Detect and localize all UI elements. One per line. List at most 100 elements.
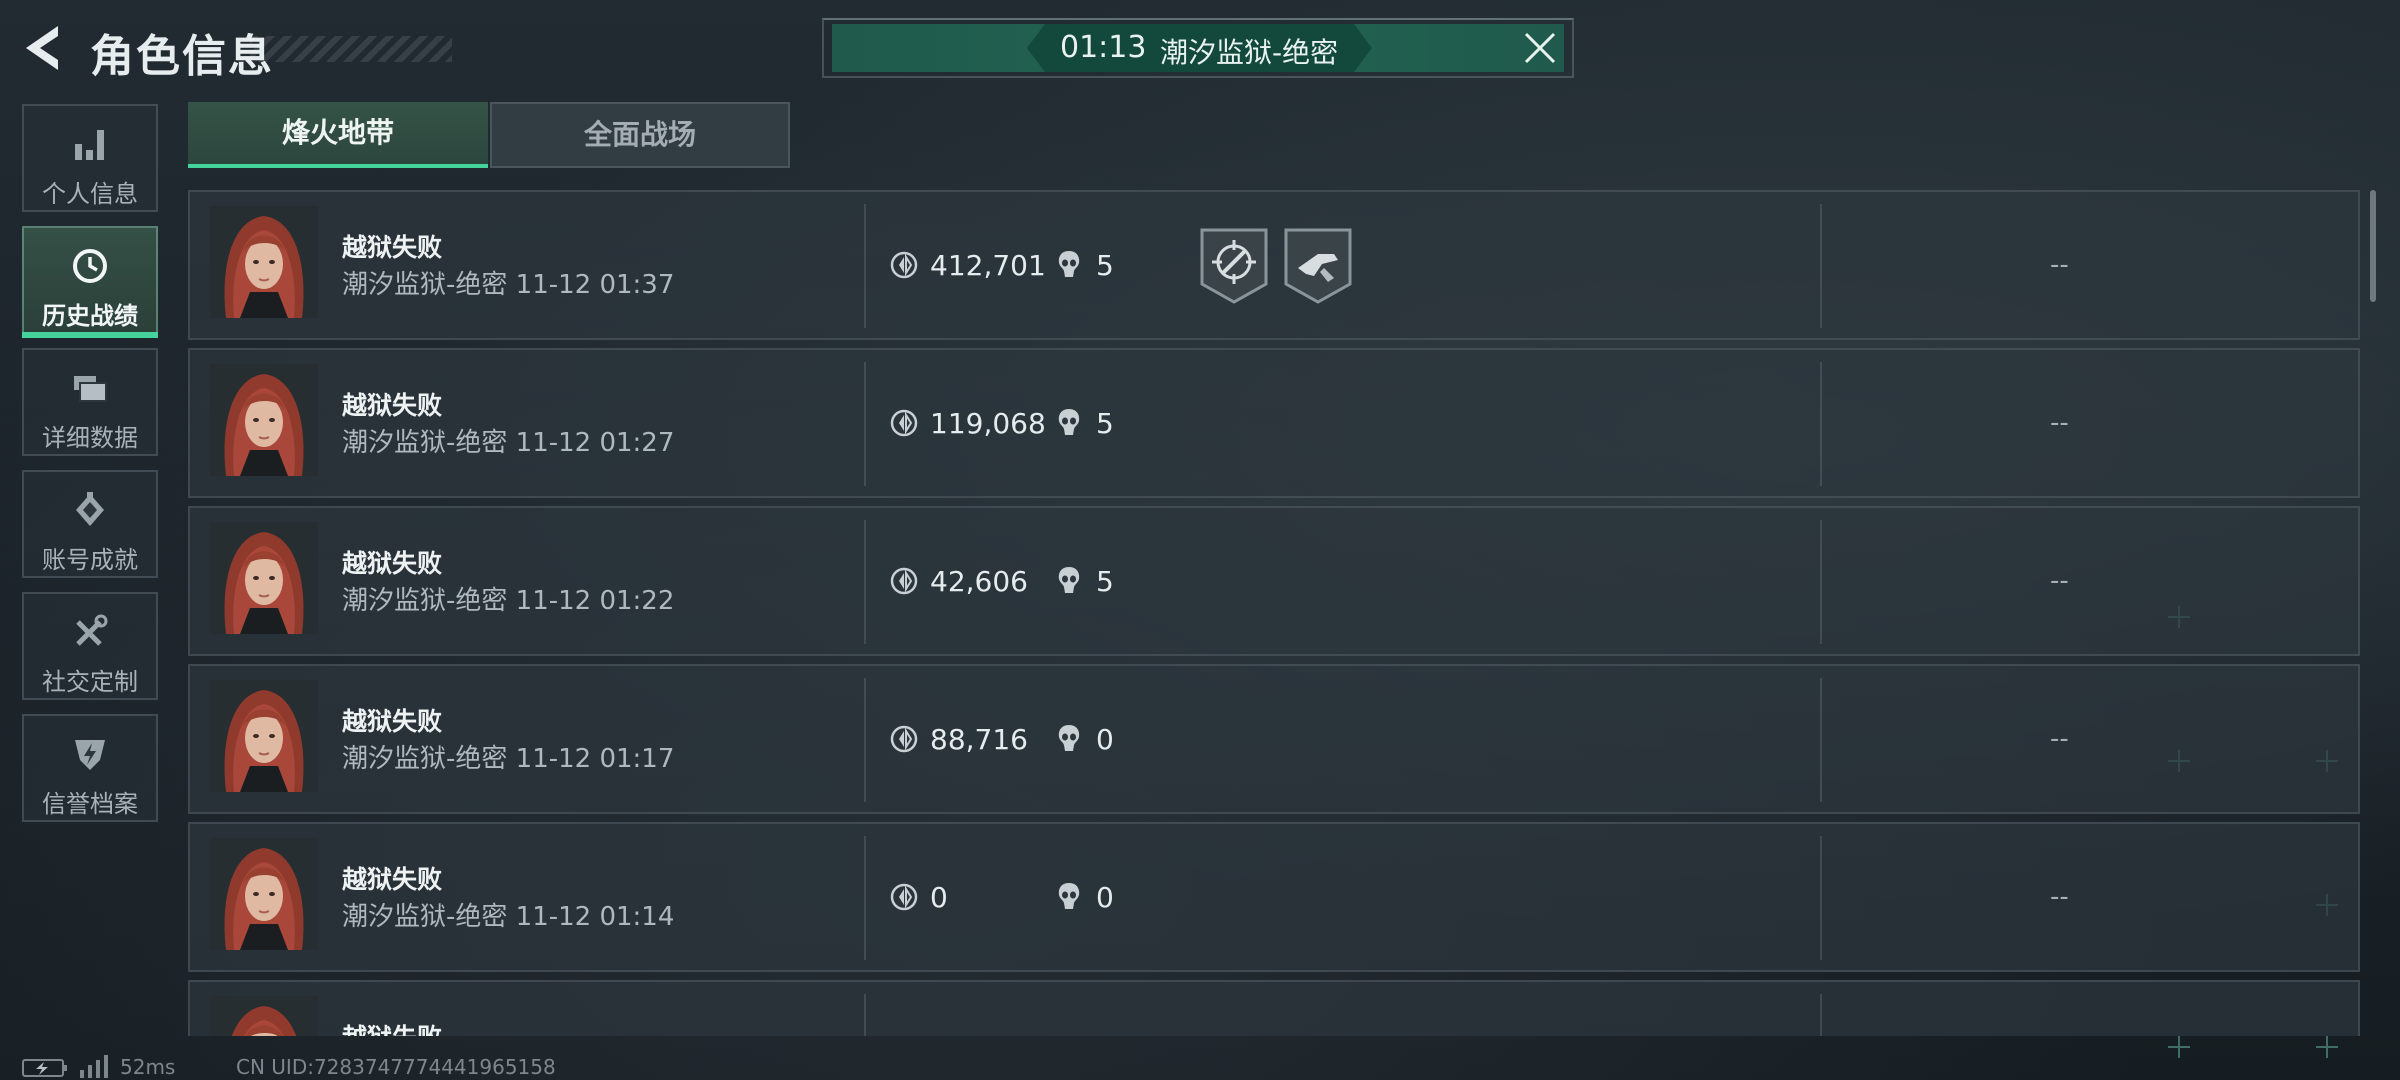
extra-info: --: [2050, 724, 2069, 754]
match-result: 越狱失败: [342, 707, 443, 736]
nav-item-personal-info[interactable]: 个人信息: [22, 104, 158, 212]
match-result: 越狱失败: [342, 865, 443, 894]
match-history-list[interactable]: 越狱失败 潮汐监狱-绝密 11-12 01:37 412,701 5 -- 越狱…: [188, 190, 2360, 1036]
match-result: 越狱失败: [342, 391, 443, 420]
operator-avatar: [210, 206, 318, 318]
battery-icon: [22, 1059, 67, 1077]
operator-avatar: [210, 680, 318, 792]
match-result: 越狱失败: [342, 549, 443, 578]
skull-kills-icon: [1058, 409, 1080, 435]
decor-cross: [2316, 1036, 2338, 1058]
skull-kills-icon: [1058, 251, 1080, 277]
extra-info: --: [2050, 250, 2069, 280]
tools-icon: [76, 614, 108, 646]
loot-value: 0: [930, 881, 948, 914]
nav-item-social-custom[interactable]: 社交定制: [22, 592, 158, 700]
divider: [1820, 678, 1822, 802]
match-map-time: 潮汐监狱-绝密 11-12 01:14: [342, 902, 675, 932]
nav-label: 信誉档案: [42, 790, 138, 818]
match-timer: 01:13: [1060, 30, 1147, 65]
divider: [1820, 362, 1822, 486]
match-record-row[interactable]: 越狱失败 潮汐监狱-绝密 11-12 01:14 0 0 --: [188, 822, 2360, 972]
skull-kills-icon: [1058, 567, 1080, 593]
operator-avatar: [210, 996, 318, 1036]
divider: [864, 204, 866, 328]
divider: [1820, 836, 1822, 960]
back-arrow-icon: [26, 26, 58, 70]
operator-avatar: [210, 522, 318, 634]
side-nav: 个人信息 历史战绩 详细数据 账号成就 社交定制 信誉档案: [22, 104, 160, 836]
close-banner-button[interactable]: [1522, 30, 1558, 66]
match-record-row[interactable]: 越狱失败 潮汐监狱-绝密 11-12 01:27 119,068 5 --: [188, 348, 2360, 498]
weapon-badge-icon[interactable]: [1284, 228, 1352, 304]
match-map-time: 潮汐监狱-绝密 11-12 01:22: [342, 586, 675, 616]
achievement-diamond-icon: [76, 492, 104, 526]
nav-label: 账号成就: [42, 546, 138, 574]
back-button[interactable]: [22, 22, 66, 74]
match-record-row[interactable]: 越狱失败 潮汐监狱-绝密 11-12 01:37 412,701 5 --: [188, 190, 2360, 340]
kill-count: 0: [1096, 881, 1114, 914]
tab-full-battlefield[interactable]: 全面战场: [490, 102, 790, 168]
kill-count: 0: [1096, 723, 1114, 756]
match-map-time: 潮汐监狱-绝密 11-12 01:27: [342, 428, 675, 458]
match-result: 越狱失败: [342, 233, 443, 262]
match-record-row[interactable]: 越狱失败: [188, 980, 2360, 1036]
divider: [1820, 994, 1822, 1036]
match-map-time: 潮汐监狱-绝密 11-12 01:17: [342, 744, 675, 774]
loot-value: 88,716: [930, 723, 1028, 756]
operator-avatar: [210, 364, 318, 476]
currency-icon: [890, 725, 918, 753]
title-decoration: [250, 36, 452, 62]
user-uid: CN UID:7283747774441965158: [236, 1055, 556, 1079]
divider: [864, 362, 866, 486]
page-title: 角色信息: [90, 31, 274, 82]
signal-icon: [80, 1055, 108, 1078]
tab-firezone[interactable]: 烽火地带: [188, 102, 488, 168]
currency-icon: [890, 883, 918, 911]
crosshair-badge-icon[interactable]: [1200, 228, 1268, 304]
match-record-row[interactable]: 越狱失败 潮汐监狱-绝密 11-12 01:22 42,606 5 --: [188, 506, 2360, 656]
skull-kills-icon: [1058, 883, 1080, 909]
loot-value: 42,606: [930, 565, 1028, 598]
history-clock-icon: [73, 249, 107, 283]
match-record-row[interactable]: 越狱失败 潮汐监狱-绝密 11-12 01:17 88,716 0 --: [188, 664, 2360, 814]
close-icon: [1524, 32, 1556, 64]
currency-icon: [890, 567, 918, 595]
divider: [1820, 204, 1822, 328]
nav-item-detailed-data[interactable]: 详细数据: [22, 348, 158, 456]
nav-label: 历史战绩: [42, 302, 138, 330]
match-banner[interactable]: 01:13 潮汐监狱-绝密: [822, 18, 1574, 78]
divider: [864, 520, 866, 644]
match-map-time: 潮汐监狱-绝密 11-12 01:37: [342, 270, 675, 300]
shield-bolt-icon: [75, 740, 105, 770]
divider: [864, 678, 866, 802]
list-scrollbar[interactable]: [2370, 190, 2376, 302]
divider: [864, 994, 866, 1036]
extra-info: --: [2050, 408, 2069, 438]
mode-tabs: 烽火地带 全面战场: [188, 102, 790, 168]
operator-avatar: [210, 838, 318, 950]
match-map-name: 潮汐监狱-绝密: [1160, 36, 1339, 69]
kill-count: 5: [1096, 249, 1114, 282]
skull-kills-icon: [1058, 725, 1080, 751]
stacked-cards-icon: [74, 376, 107, 402]
extra-info: --: [2050, 882, 2069, 912]
network-ping: 52ms: [120, 1055, 176, 1079]
nav-label: 个人信息: [42, 180, 138, 208]
extra-info: --: [2050, 566, 2069, 596]
currency-icon: [890, 409, 918, 437]
loot-value: 412,701: [930, 249, 1046, 282]
bar-chart-icon: [75, 130, 104, 160]
divider: [1820, 520, 1822, 644]
nav-label: 社交定制: [42, 668, 138, 696]
decor-cross: [2168, 1036, 2190, 1058]
match-result: 越狱失败: [342, 1018, 442, 1036]
divider: [864, 836, 866, 960]
kill-count: 5: [1096, 565, 1114, 598]
app-root: 角色信息 01:13 潮汐监狱-绝密 个人信息 历史战绩 详细数据 账号成就 社…: [0, 0, 2400, 1080]
nav-item-credit-record[interactable]: 信誉档案: [22, 714, 158, 822]
nav-item-match-history[interactable]: 历史战绩: [22, 226, 158, 338]
nav-item-achievements[interactable]: 账号成就: [22, 470, 158, 578]
nav-label: 详细数据: [42, 424, 138, 452]
loot-value: 119,068: [930, 407, 1046, 440]
